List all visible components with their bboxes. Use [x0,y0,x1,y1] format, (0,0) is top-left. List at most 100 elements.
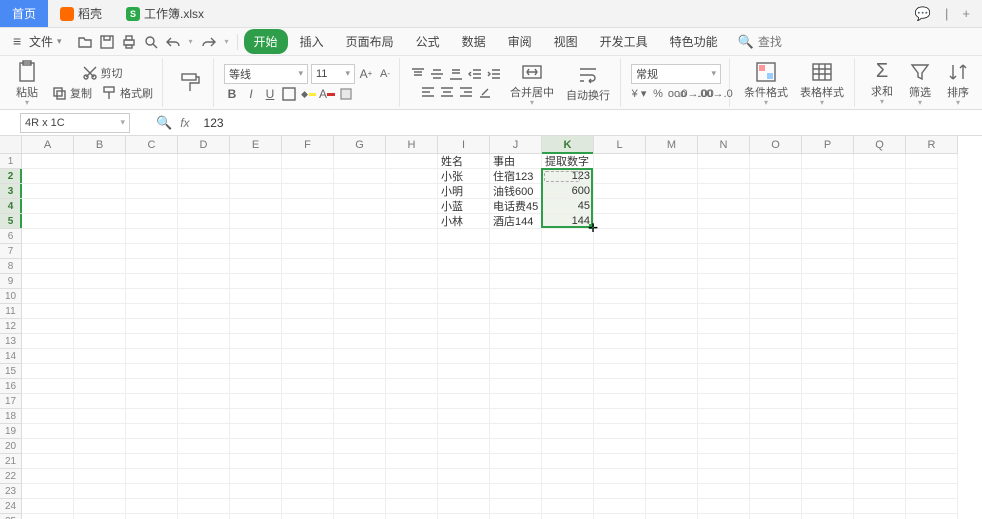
cell-P10[interactable] [802,289,854,304]
messages-icon[interactable]: 💬 [915,6,931,22]
cell-G3[interactable] [334,184,386,199]
cell-M15[interactable] [646,364,698,379]
cell-N15[interactable] [698,364,750,379]
cell-F3[interactable] [282,184,334,199]
cell-E9[interactable] [230,274,282,289]
cell-A9[interactable] [22,274,74,289]
cell-I22[interactable] [438,469,490,484]
cell-I6[interactable] [438,229,490,244]
cell-P6[interactable] [802,229,854,244]
cell-R9[interactable] [906,274,958,289]
cell-K7[interactable] [542,244,594,259]
cell-E24[interactable] [230,499,282,514]
sort-button[interactable]: 排序▾ [941,58,975,108]
col-header-I[interactable]: I [438,136,490,154]
cell-D5[interactable] [178,214,230,229]
cell-I25[interactable] [438,514,490,519]
cell-L11[interactable] [594,304,646,319]
cell-A16[interactable] [22,379,74,394]
cell-O17[interactable] [750,394,802,409]
cell-C1[interactable] [126,154,178,169]
cell-Q25[interactable] [854,514,906,519]
cell-O1[interactable] [750,154,802,169]
cell-D6[interactable] [178,229,230,244]
cell-C21[interactable] [126,454,178,469]
cell-G12[interactable] [334,319,386,334]
cell-K15[interactable] [542,364,594,379]
cell-H4[interactable] [386,199,438,214]
cell-N8[interactable] [698,259,750,274]
cell-P14[interactable] [802,349,854,364]
cell-F17[interactable] [282,394,334,409]
cell-P1[interactable] [802,154,854,169]
cell-I17[interactable] [438,394,490,409]
cell-E23[interactable] [230,484,282,499]
cell-L9[interactable] [594,274,646,289]
cell-F15[interactable] [282,364,334,379]
cell-Q10[interactable] [854,289,906,304]
ribbon-tab-dev[interactable]: 开发工具 [590,29,658,54]
cell-E19[interactable] [230,424,282,439]
cell-A22[interactable] [22,469,74,484]
cell-L8[interactable] [594,259,646,274]
cell-C20[interactable] [126,439,178,454]
cell-Q20[interactable] [854,439,906,454]
cell-D14[interactable] [178,349,230,364]
cell-O18[interactable] [750,409,802,424]
cell-H11[interactable] [386,304,438,319]
cell-F16[interactable] [282,379,334,394]
cell-Q14[interactable] [854,349,906,364]
cell-G4[interactable] [334,199,386,214]
cell-P21[interactable] [802,454,854,469]
cell-J18[interactable] [490,409,542,424]
cell-O3[interactable] [750,184,802,199]
cell-L18[interactable] [594,409,646,424]
cell-G14[interactable] [334,349,386,364]
col-header-J[interactable]: J [490,136,542,154]
cell-G21[interactable] [334,454,386,469]
cell-C18[interactable] [126,409,178,424]
cell-R17[interactable] [906,394,958,409]
cell-Q1[interactable] [854,154,906,169]
sum-button[interactable]: Σ求和▾ [865,58,899,107]
cell-I14[interactable] [438,349,490,364]
cell-E8[interactable] [230,259,282,274]
cell-D12[interactable] [178,319,230,334]
decrease-indent-icon[interactable] [467,66,483,82]
cell-P8[interactable] [802,259,854,274]
cell-I2[interactable]: 小张 [438,169,490,184]
cell-H6[interactable] [386,229,438,244]
col-header-C[interactable]: C [126,136,178,154]
fx-icon[interactable]: fx [180,116,189,130]
name-box[interactable]: 4R x 1C ▾ [20,113,130,133]
cell-B20[interactable] [74,439,126,454]
cell-R5[interactable] [906,214,958,229]
cell-J1[interactable]: 事由 [490,154,542,169]
cell-O15[interactable] [750,364,802,379]
cell-D22[interactable] [178,469,230,484]
align-middle-icon[interactable] [429,66,445,82]
cell-R13[interactable] [906,334,958,349]
cell-L15[interactable] [594,364,646,379]
file-menu-button[interactable]: 文件 ▾ [6,31,69,53]
cell-G1[interactable] [334,154,386,169]
save-icon[interactable] [99,34,115,50]
cell-I9[interactable] [438,274,490,289]
cell-L16[interactable] [594,379,646,394]
cell-B1[interactable] [74,154,126,169]
cell-K8[interactable] [542,259,594,274]
cell-J2[interactable]: 住宿123 [490,169,542,184]
cell-G23[interactable] [334,484,386,499]
select-all-corner[interactable] [0,136,22,154]
col-header-N[interactable]: N [698,136,750,154]
cell-I20[interactable] [438,439,490,454]
cell-M21[interactable] [646,454,698,469]
cell-C8[interactable] [126,259,178,274]
cell-F12[interactable] [282,319,334,334]
cell-J24[interactable] [490,499,542,514]
cell-J16[interactable] [490,379,542,394]
cell-J14[interactable] [490,349,542,364]
cell-B17[interactable] [74,394,126,409]
ribbon-tab-start[interactable]: 开始 [244,29,288,54]
cell-E20[interactable] [230,439,282,454]
